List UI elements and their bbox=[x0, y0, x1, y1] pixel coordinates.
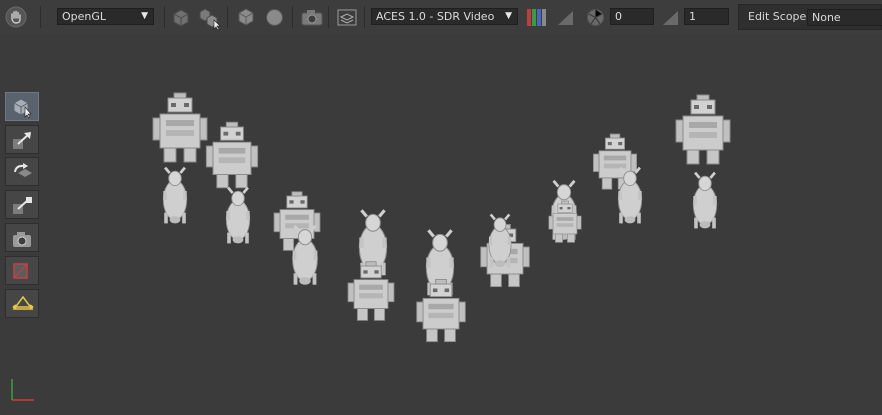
exposure-field[interactable]: 0 bbox=[610, 8, 654, 25]
gamma-value: 1 bbox=[689, 10, 696, 23]
axis-gizmo bbox=[11, 379, 34, 401]
model-robot[interactable] bbox=[416, 279, 466, 343]
camera-icon[interactable] bbox=[301, 9, 323, 29]
model-cow[interactable] bbox=[487, 213, 513, 269]
viewport-scene[interactable] bbox=[0, 34, 882, 415]
toolbar-separator bbox=[227, 6, 228, 28]
model-robot[interactable] bbox=[273, 191, 321, 251]
model-robot[interactable] bbox=[347, 261, 395, 321]
gamma-field[interactable]: 1 bbox=[684, 8, 729, 25]
model-robot[interactable] bbox=[152, 92, 208, 163]
exposure-value: 0 bbox=[615, 10, 622, 23]
selection-bounds-icon[interactable] bbox=[199, 8, 223, 33]
toolbar-separator bbox=[164, 6, 165, 28]
toolbar-separator bbox=[292, 6, 293, 28]
color-transform-dropdown[interactable]: ACES 1.0 - SDR Video ▼ bbox=[371, 8, 518, 25]
grid-icon[interactable] bbox=[337, 9, 357, 29]
model-robot[interactable] bbox=[205, 121, 259, 189]
toolbar-separator bbox=[364, 6, 365, 28]
hand-icon[interactable] bbox=[5, 6, 27, 31]
gamma-icon[interactable] bbox=[662, 10, 679, 29]
edit-scope-group: Edit Scope None bbox=[738, 4, 882, 30]
model-cow[interactable] bbox=[161, 166, 189, 225]
sphere-shading-icon[interactable] bbox=[265, 8, 284, 30]
bounding-box-icon[interactable] bbox=[172, 9, 190, 30]
edit-scope-dropdown[interactable]: None bbox=[807, 9, 882, 26]
chevron-down-icon: ▼ bbox=[505, 11, 512, 21]
edit-scope-label: Edit Scope bbox=[748, 10, 807, 23]
exposure-icon[interactable] bbox=[586, 8, 605, 30]
renderer-value: OpenGL bbox=[62, 10, 107, 23]
chevron-down-icon: ▼ bbox=[141, 11, 148, 21]
solid-shading-icon[interactable] bbox=[237, 8, 255, 29]
color-transform-value: ACES 1.0 - SDR Video bbox=[376, 10, 495, 23]
model-robot[interactable] bbox=[675, 94, 731, 165]
toolbar-separator bbox=[328, 6, 329, 28]
toolbar-separator bbox=[40, 6, 41, 28]
edit-scope-value: None bbox=[812, 11, 841, 24]
viewer-toolbar: OpenGL ▼ ACES 1.0 - SDR Video ▼ 0 1 Edit… bbox=[0, 0, 882, 34]
renderer-dropdown[interactable]: OpenGL ▼ bbox=[57, 8, 154, 25]
model-cow[interactable] bbox=[224, 186, 252, 245]
rgb-channels-icon[interactable] bbox=[526, 8, 548, 30]
clipping-icon[interactable] bbox=[557, 10, 574, 29]
model-cow[interactable] bbox=[691, 171, 719, 230]
